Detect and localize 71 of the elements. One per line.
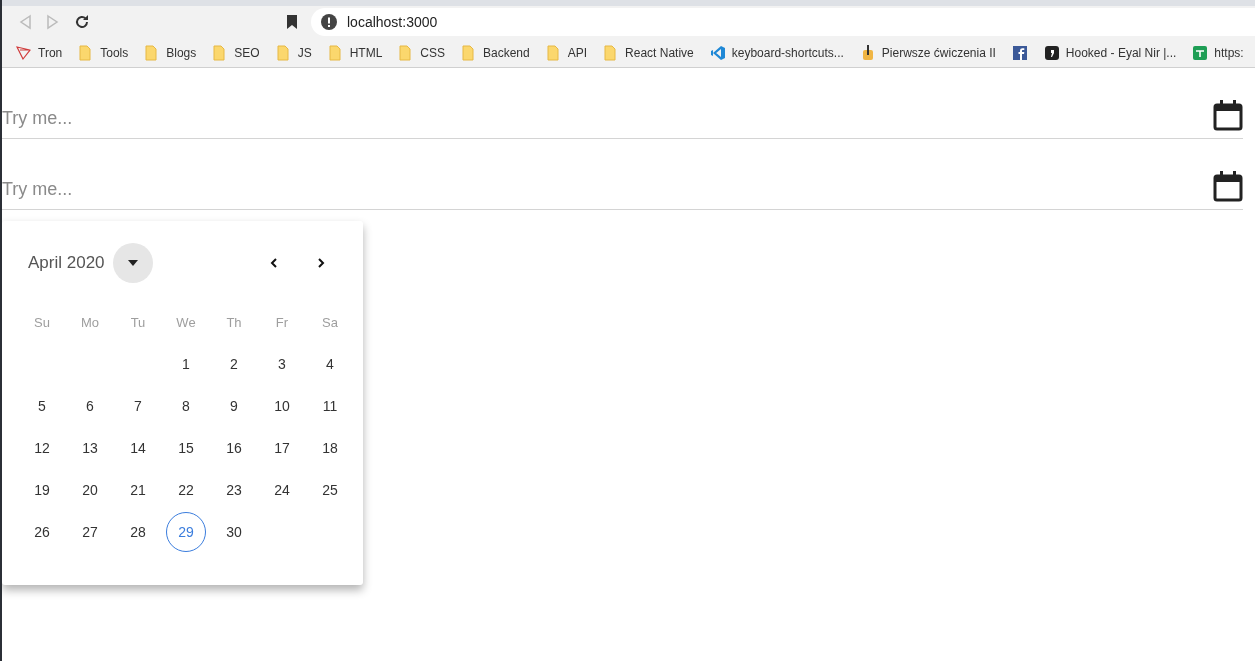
weekday-label: Fr <box>274 314 290 333</box>
caret-icon <box>127 260 138 266</box>
address-text[interactable]: localhost:3000 <box>347 11 438 33</box>
bookmark-link[interactable]: https: <box>1184 40 1252 65</box>
comma-icon <box>1043 44 1060 61</box>
bookmark-link[interactable]: keyboard-shortcuts... <box>701 40 852 65</box>
day-button[interactable]: 7 <box>118 386 158 426</box>
weekday-label: Sa <box>321 314 339 333</box>
calendar-icon[interactable] <box>1213 170 1243 202</box>
folder-icon <box>327 44 344 61</box>
weekday-label: Mo <box>79 314 101 333</box>
spreadsheet-icon <box>1192 44 1209 61</box>
day-button[interactable]: 28 <box>118 512 158 552</box>
bookmark-icon[interactable] <box>287 15 297 29</box>
chevron-left-icon <box>269 258 277 268</box>
bookmark-link[interactable]: Pierwsze ćwiczenia II <box>851 40 1004 65</box>
facebook-icon[interactable] <box>1011 44 1028 61</box>
day-button[interactable]: 13 <box>70 428 110 468</box>
day-button[interactable]: 16 <box>214 428 254 468</box>
day-button[interactable]: 20 <box>70 470 110 510</box>
day-button[interactable]: 15 <box>166 428 206 468</box>
weekday-label: Su <box>33 314 51 333</box>
day-button[interactable]: 5 <box>22 386 62 426</box>
bookmark-link[interactable]: Tools <box>70 40 137 65</box>
date-input-field[interactable]: Try me... <box>2 176 1213 203</box>
info-icon <box>321 14 337 30</box>
day-button[interactable]: 17 <box>262 428 302 468</box>
bookmark-link[interactable]: CSS <box>390 40 453 65</box>
bookmark-link[interactable]: JS <box>267 40 320 65</box>
day-button[interactable]: 12 <box>22 428 62 468</box>
day-button[interactable]: 24 <box>262 470 302 510</box>
weekday-label: Tu <box>129 314 147 333</box>
tron-icon <box>16 44 32 61</box>
bookmark-link[interactable]: SEO <box>204 40 268 65</box>
day-button[interactable]: 9 <box>214 386 254 426</box>
day-button[interactable]: 30 <box>214 512 254 552</box>
day-button[interactable]: 1 <box>166 344 206 384</box>
folder-icon <box>461 44 477 61</box>
reload-icon[interactable] <box>74 14 90 30</box>
day-button[interactable]: 18 <box>310 428 350 468</box>
day-button[interactable]: 23 <box>214 470 254 510</box>
bookmark-link[interactable]: HTML <box>319 40 391 65</box>
bookmark-link[interactable]: Tron <box>8 40 71 65</box>
chevron-right-icon <box>317 258 325 268</box>
day-button[interactable]: 21 <box>118 470 158 510</box>
calendar-icon[interactable] <box>1213 99 1243 131</box>
day-button[interactable]: 14 <box>118 428 158 468</box>
weekday-label: Th <box>225 314 243 333</box>
day-button[interactable]: 11 <box>310 386 350 426</box>
folder-icon <box>545 44 562 61</box>
month-label: April 2020 <box>28 252 105 275</box>
folder-icon <box>275 44 292 61</box>
day-button[interactable]: 27 <box>70 512 110 552</box>
day-button[interactable]: 6 <box>70 386 110 426</box>
day-button[interactable]: 22 <box>166 470 206 510</box>
code-editor-icon <box>709 44 726 61</box>
day-button[interactable]: 3 <box>262 344 302 384</box>
day-button[interactable]: 10 <box>262 386 302 426</box>
day-button[interactable]: 2 <box>214 344 254 384</box>
bookmark-link[interactable]: React Native <box>595 40 702 65</box>
weekday-label: We <box>175 314 197 333</box>
bookmark-link[interactable]: Backend <box>453 40 538 65</box>
day-button[interactable]: 4 <box>310 344 350 384</box>
day-button[interactable]: 26 <box>22 512 62 552</box>
date-input-field[interactable]: Try me... <box>2 105 1213 132</box>
day-button[interactable]: 8 <box>166 386 206 426</box>
bookmark-link[interactable]: Blogs <box>136 40 205 65</box>
bookmark-link[interactable]: Hooked - Eyal Nir |... <box>1035 40 1185 65</box>
bookmark-link[interactable]: API <box>537 40 596 65</box>
day-button[interactable]: 25 <box>310 470 350 510</box>
day-button[interactable]: 19 <box>22 470 62 510</box>
